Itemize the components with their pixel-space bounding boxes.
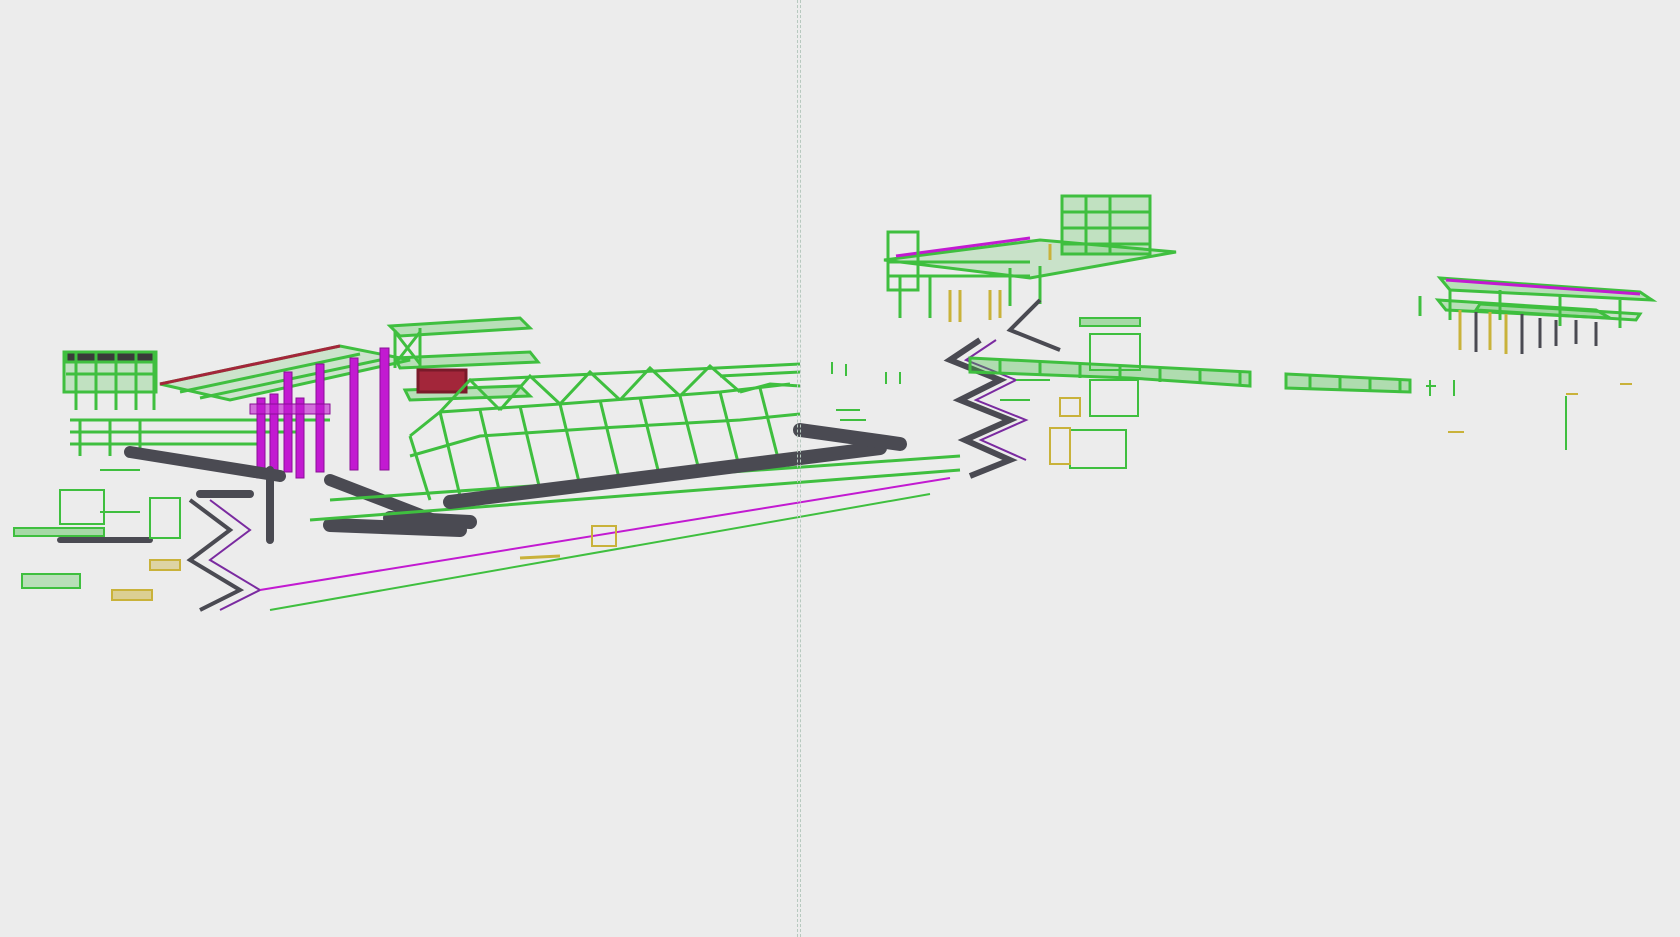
right-small-parts[interactable] — [1448, 383, 1632, 433]
staircase-center[interactable] — [943, 298, 1061, 479]
3d-model-viewport[interactable] — [0, 0, 1680, 937]
right-columns[interactable] — [1418, 296, 1598, 450]
right-platform-module[interactable] — [1434, 276, 1658, 328]
model-scene[interactable] — [0, 0, 1680, 937]
viewport-split-divider[interactable] — [797, 0, 801, 937]
left-building-frame[interactable] — [62, 350, 158, 410]
scattered-frames-left[interactable] — [13, 469, 181, 601]
staircase-left[interactable] — [186, 498, 263, 612]
center-elevated-platform[interactable] — [883, 194, 1177, 318]
walkway-bridge[interactable] — [968, 356, 1412, 394]
center-frames[interactable] — [1000, 317, 1141, 469]
